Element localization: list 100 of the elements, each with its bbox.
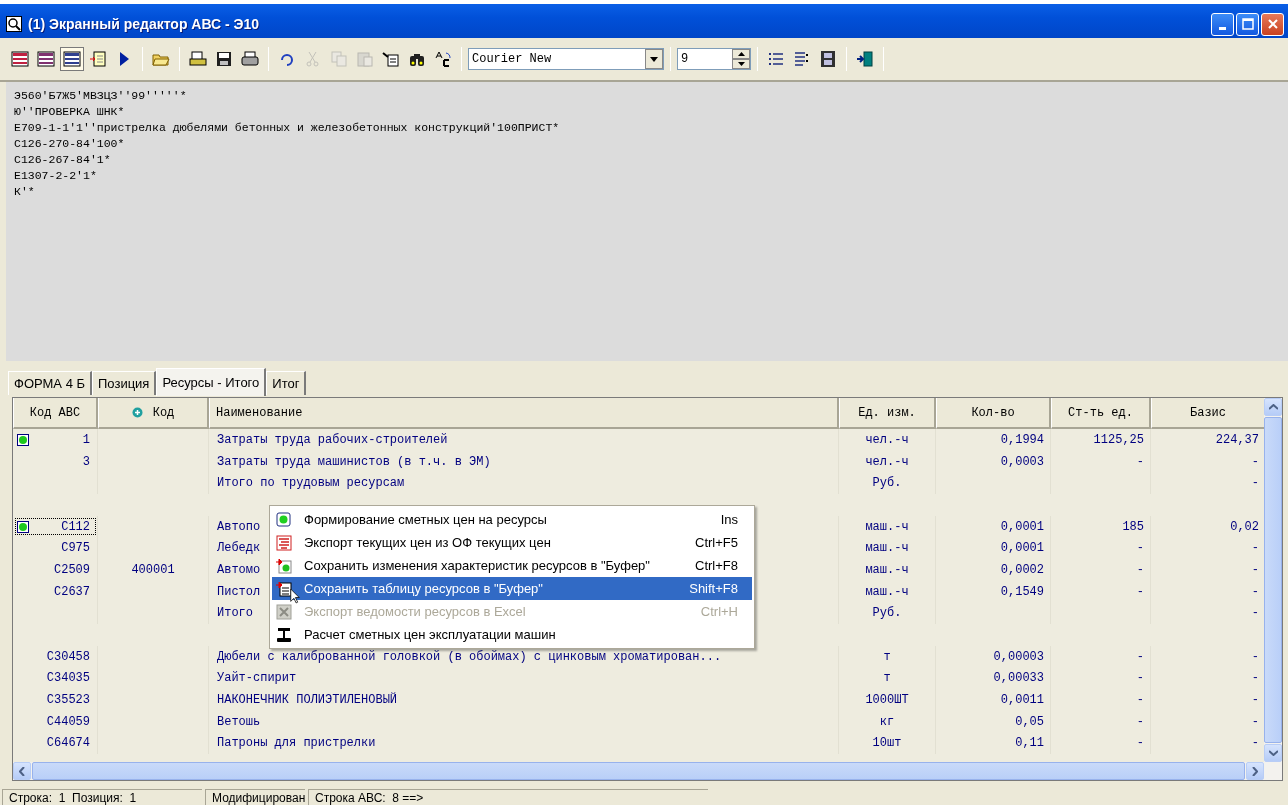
table-cell-text: С35523	[45, 692, 91, 709]
toolbar-button[interactable]	[60, 47, 84, 71]
table-cell: 0,0001	[936, 515, 1051, 538]
table-cell-text: 3	[81, 453, 91, 470]
tab[interactable]: ФОРМА 4 Б	[8, 371, 92, 395]
tab[interactable]: Позиция	[92, 371, 157, 395]
font-size-spinner[interactable]: 9	[677, 48, 751, 70]
code-line: С126-270-84'100*	[14, 136, 126, 152]
status-marker-icon[interactable]	[17, 433, 29, 446]
printer-icon	[189, 50, 207, 68]
table-cell: НАКОНЕЧНИК ПОЛИЭТИЛЕНОВЫЙ	[209, 689, 839, 711]
form-icon	[37, 50, 55, 68]
row-header-cell[interactable]: С2637	[13, 580, 98, 603]
close-button[interactable]	[1261, 12, 1284, 36]
film-icon	[819, 50, 837, 68]
header-label: Кол-во	[971, 405, 1015, 420]
row-header-cell[interactable]: С35523	[13, 689, 98, 711]
table-cell-text: С44059	[45, 713, 91, 730]
table-cell: 0,0003	[936, 450, 1051, 473]
header-label: Код АВС	[29, 405, 81, 420]
row-header-cell[interactable]: С30458	[13, 645, 98, 668]
font-dropdown[interactable]: Courier New	[468, 48, 664, 70]
header-label: Код	[152, 405, 175, 420]
column-header[interactable]: Ед. изм.	[839, 398, 936, 429]
cut-icon	[304, 50, 322, 68]
code-line: Ю''ПРОВЕРКА ШНК*	[14, 104, 126, 120]
exit-door-icon	[856, 50, 874, 68]
status-marker-icon[interactable]	[17, 520, 29, 533]
scroll-up-icon[interactable]	[1264, 398, 1282, 416]
table-cell: Итого по трудовым ресурсам	[209, 472, 839, 495]
table-cell: чел.-ч	[839, 429, 936, 451]
table-cell: маш.-ч	[839, 537, 936, 560]
table-cell: Уайт-спирит	[209, 667, 839, 690]
code-line: К'*	[14, 184, 36, 200]
document-arrow-icon	[89, 50, 107, 68]
menu-item[interactable]: Расчет сметных цен эксплуатации машин	[272, 623, 752, 646]
table-cell-text: С2509	[53, 561, 91, 578]
table-cell-text: С112	[60, 518, 91, 535]
scroll-left-icon[interactable]	[13, 762, 31, 780]
code-line: С126-267-84'1*	[14, 152, 112, 168]
circle-marker-icon	[276, 511, 292, 528]
scroll-right-icon[interactable]	[1246, 762, 1264, 780]
table-cell: 185	[1051, 515, 1151, 538]
window-title: (1) Экранный редактор АВС - Э10	[28, 16, 261, 32]
status-text: Строка АВС: 8 ==>	[308, 789, 708, 805]
copy-icon	[330, 50, 348, 68]
horizontal-scrollbar[interactable]	[13, 762, 1282, 780]
scroll-down-icon[interactable]	[1264, 744, 1282, 762]
table-cell: 0,0002	[936, 559, 1051, 581]
row-header-cell[interactable]: С975	[13, 537, 98, 560]
spin-down-icon[interactable]	[732, 59, 750, 69]
text-editor[interactable]: Э560'Б7Ж5'МВЗЦЗ''99'''''* Ю''ПРОВЕРКА ШНК* Е709-1-1'1''пристрелка дюбелями бетонных и железобетонных конструкций'100ПРИСТ* С126-270-84'100* С126-267-84'1* Е1307-2-2'1* К'*	[6, 82, 1288, 361]
table-cell: 0,1549	[936, 580, 1051, 603]
table-cell: -	[1051, 559, 1151, 581]
tab[interactable]: Итог	[266, 371, 307, 395]
column-header[interactable]: Наименование	[209, 398, 839, 429]
table-cell: -	[1051, 450, 1151, 473]
form-icon	[63, 50, 81, 68]
table-cell: -	[1051, 689, 1151, 711]
magnifier-icon	[6, 16, 22, 32]
column-header[interactable]: Ст-ть ед.	[1051, 398, 1151, 429]
menu-item[interactable]: Сохранить таблицу ресурсов в "Буфер" Shift+F8	[272, 577, 752, 600]
spin-up-icon[interactable]	[732, 49, 750, 59]
list-icon	[793, 50, 811, 68]
row-header-cell[interactable]: 1	[13, 429, 98, 451]
column-header[interactable]: Код АВС	[13, 398, 98, 429]
table-cell: 0,11	[936, 732, 1051, 755]
code-line: Е1307-2-2'1*	[14, 168, 98, 184]
minimize-button[interactable]	[1211, 12, 1234, 36]
row-header-cell[interactable]: 3	[13, 450, 98, 473]
close-icon	[1266, 18, 1279, 30]
table-cell-text: С34035	[45, 670, 91, 687]
table-cell: 0,00003	[936, 645, 1051, 668]
table-cell: Затраты труда машинистов (в т.ч. в ЭМ)	[209, 450, 839, 473]
column-header[interactable]: Базис	[1151, 398, 1264, 429]
table-cell: Ветошь	[209, 710, 839, 733]
vertical-scrollbar[interactable]	[1264, 398, 1282, 762]
tab[interactable]: Ресурсы - Итого	[156, 368, 267, 396]
row-header-cell[interactable]: С44059	[13, 710, 98, 733]
maximize-button[interactable]	[1236, 12, 1259, 36]
column-header[interactable]: Кол-во	[936, 398, 1051, 429]
header-label: Наименование	[216, 405, 303, 420]
header-label: Базис	[1190, 405, 1226, 420]
table-cell-text: 1	[81, 431, 91, 448]
row-header-cell[interactable]: С64674	[13, 732, 98, 755]
table-cell: 0,1994	[936, 429, 1051, 451]
table-cell: -	[1051, 580, 1151, 603]
table-cell: маш.-ч	[839, 515, 936, 538]
table-cell: -	[1051, 667, 1151, 690]
code-line: Э560'Б7Ж5'МВЗЦЗ''99'''''*	[14, 88, 188, 104]
table-cell-text: С30458	[45, 648, 91, 665]
table-cell: Патроны для пристрелки	[209, 732, 839, 755]
row-header-cell[interactable]: С2509	[13, 559, 98, 581]
row-header-cell[interactable]: С112	[13, 515, 98, 538]
table-cell: Затраты труда рабочих-строителей	[209, 429, 839, 451]
table-cell-text: С64674	[45, 735, 91, 752]
column-header[interactable]: Код	[98, 398, 209, 429]
row-header-cell[interactable]: С34035	[13, 667, 98, 690]
table-cell: 0,05	[936, 710, 1051, 733]
table-cell: т	[839, 645, 936, 668]
